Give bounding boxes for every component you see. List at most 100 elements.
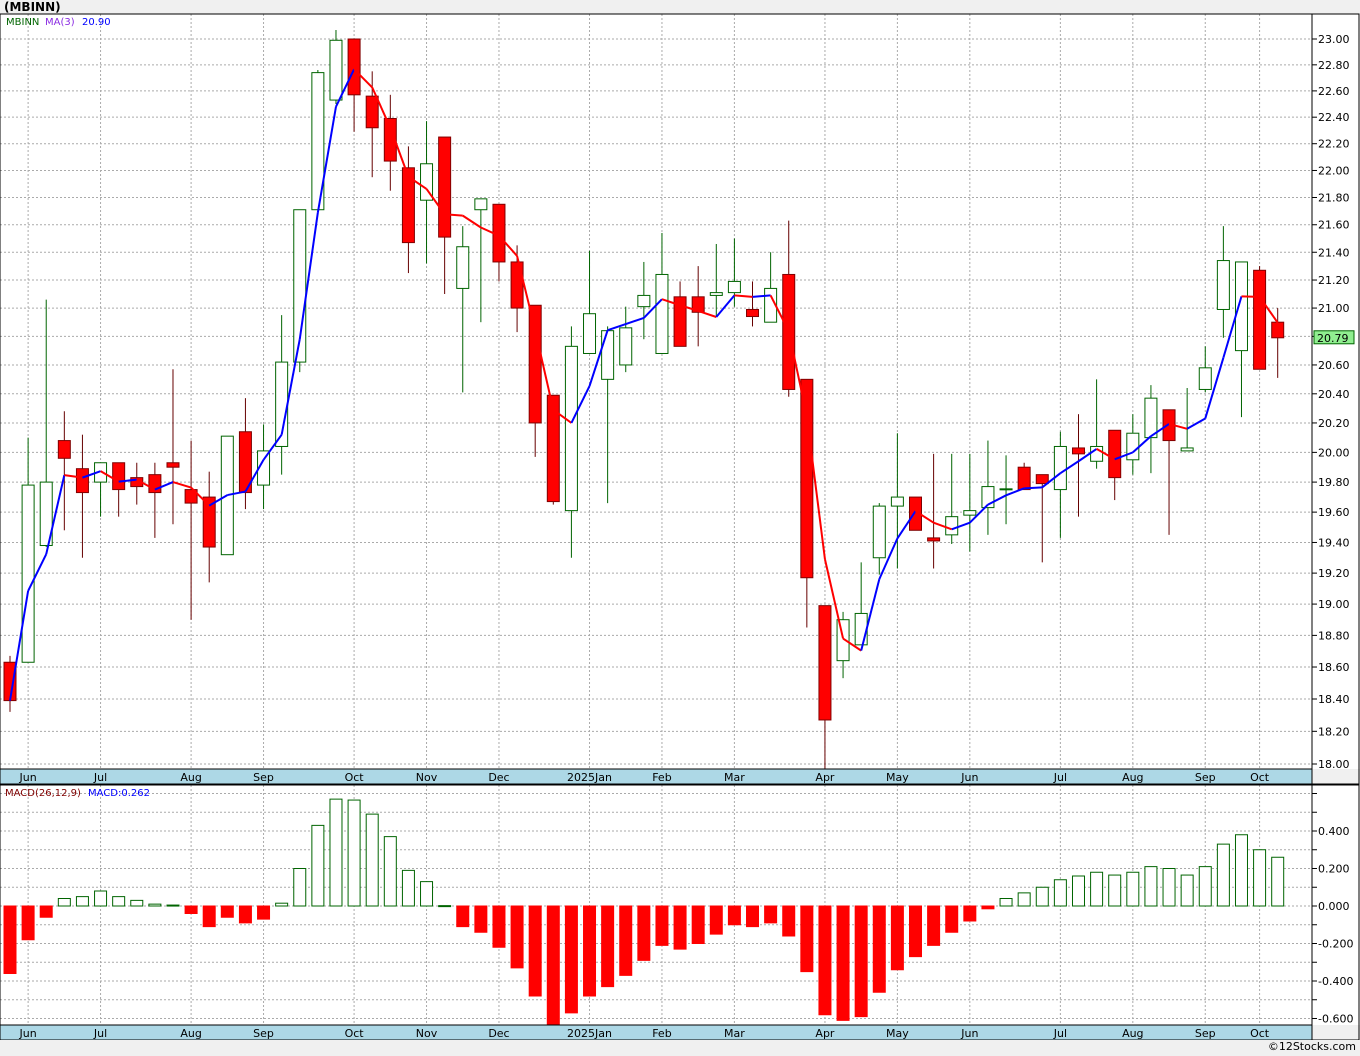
macd-bar [383,836,397,907]
macd-bar [1017,892,1031,907]
macd-bar [727,905,741,926]
ma-line-segment [734,294,753,298]
macd-bar [166,904,180,907]
candle-body [818,605,832,721]
macd-bar [854,905,868,1018]
candle-body [727,280,741,294]
macd-tick-label: -0.400 [1318,975,1353,988]
macd-bar [1071,875,1085,907]
macd-bar [1216,843,1230,907]
date-tick-label: Jul [93,1027,107,1040]
candle-body [1144,397,1158,439]
price-tick-label: 20.60 [1318,359,1350,372]
ma-line-segment [444,213,463,217]
macd-bar [782,905,796,937]
macd-tick-label: 0.200 [1318,863,1350,876]
macd-bar [691,905,705,944]
candle-body [945,516,959,536]
macd-bar [1180,874,1194,907]
price-tick-label: 21.40 [1318,246,1350,259]
date-tick-label: Dec [488,771,509,784]
macd-bar [94,890,108,907]
macd-panel: 0.400 0.200 0.000 -0.200 -0.400 -0.600 Jun Jul A… [0,784,1360,1040]
candle-body [510,261,524,309]
macd-bar [927,905,941,946]
candle-body [474,198,488,211]
candle-body [329,39,343,101]
macd-bar [945,905,959,933]
date-tick-label: Aug [180,771,201,784]
date-tick-label: May [886,1027,909,1040]
candle-body [1053,445,1067,491]
candle-body [21,484,35,663]
date-tick-label: Oct [1250,1027,1270,1040]
date-tick-label: Aug [1122,771,1143,784]
price-tick-label: 19.20 [1318,567,1350,580]
price-tick-label: 21.80 [1318,191,1350,204]
date-tick-label: Jun [19,1027,37,1040]
candle-body [1035,474,1049,485]
date-tick-label: 2025Jan [567,771,612,784]
date-tick-label: Sep [1195,1027,1216,1040]
candle-body [112,462,126,491]
macd-bar [1234,834,1248,907]
candle-body [999,488,1013,491]
macd-bar [601,905,615,988]
macd-bar [202,905,216,928]
date-tick-label: 2025Jan [567,1027,612,1040]
macd-bar [311,824,325,907]
candle-body [546,394,560,503]
macd-bar [238,905,252,924]
price-plot-area [0,14,1312,769]
candle-body [872,505,886,559]
price-tick-label: 21.20 [1318,274,1350,287]
macd-bar [1035,886,1049,907]
price-tick-label: 22.00 [1318,164,1350,177]
macd-bar [130,899,144,907]
macd-bar [673,905,687,950]
price-panel: 23.00 22.80 22.60 22.40 22.20 22.00 21.80 21.60… [0,13,1360,785]
macd-bar [257,905,271,920]
macd-bar [420,881,434,907]
candle-body [1108,429,1122,479]
macd-bar [438,905,452,908]
price-tick-label: 20.00 [1318,446,1350,459]
date-tick-label: Mar [724,1027,745,1040]
candle-body [619,327,633,366]
macd-tick-label: 0.000 [1318,900,1350,913]
last-price-label: 20.79 [1317,332,1349,345]
price-tick-label: 19.80 [1318,476,1350,489]
candle-body [1234,261,1248,352]
macd-bar [619,905,633,976]
ma-legend: MA(3) [45,17,75,28]
candle-body [601,330,615,380]
date-tick-label: Oct [1250,771,1270,784]
ma-line-segment [752,294,771,298]
date-tick-label: Nov [416,1027,438,1040]
macd-tick-label: -0.200 [1318,938,1353,951]
price-tick-label: 22.40 [1318,111,1350,124]
date-tick-label: Sep [1195,771,1216,784]
macd-bar [293,868,307,907]
macd-bar [528,905,542,997]
ma-line-segment [1024,486,1043,490]
price-tick-label: 20.40 [1318,388,1350,401]
macd-bar [474,905,488,933]
symbol-legend: MBINN [6,17,39,28]
macd-bar [329,798,343,907]
macd-bar [637,905,651,961]
date-tick-label: Jun [960,771,978,784]
candle-body [709,292,723,296]
macd-bar [583,905,597,997]
date-tick-label: Sep [253,1027,274,1040]
macd-bar [872,905,886,993]
macd-bar [401,869,415,907]
candle-body [347,38,361,96]
candle-body [456,246,470,289]
macd-bar [21,905,35,941]
date-tick-label: Oct [345,771,365,784]
price-tick-label: 18.80 [1318,629,1350,642]
candle-body [800,378,814,579]
price-tick-label: 18.60 [1318,661,1350,674]
price-tick-label: 19.40 [1318,536,1350,549]
